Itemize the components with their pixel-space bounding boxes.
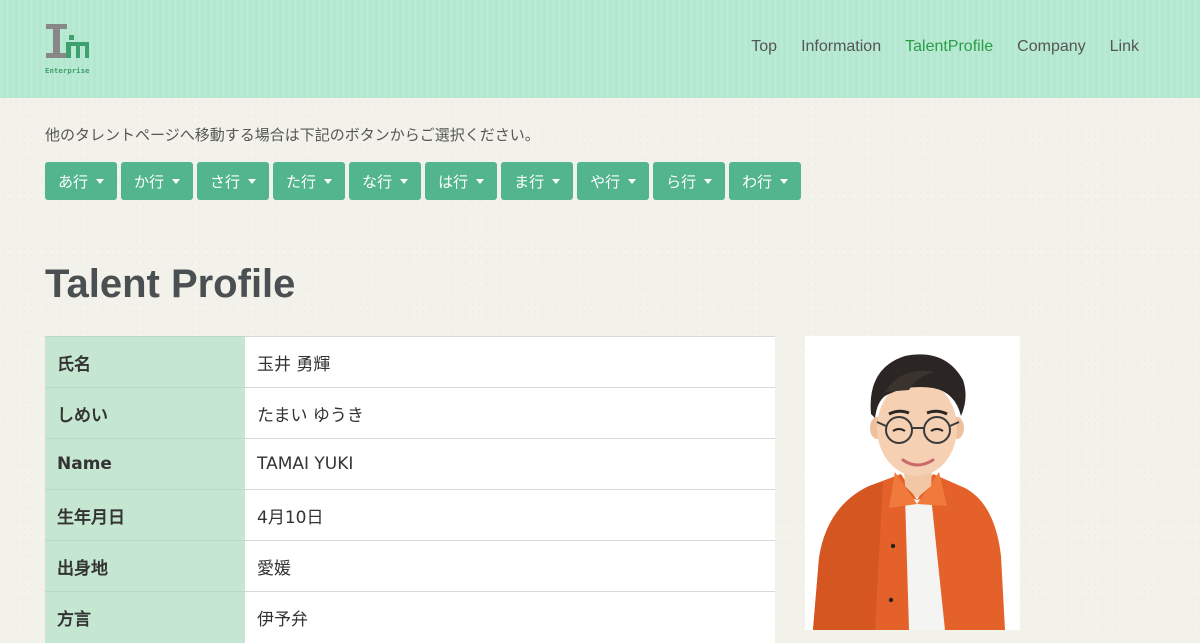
instruction-text: 他のタレントページへ移動する場合は下記のボタンからご選択ください。	[45, 126, 540, 144]
row-label: しめい	[45, 387, 245, 439]
kana-button-wa[interactable]: わ行	[729, 162, 802, 200]
kana-button-label: は行	[438, 172, 469, 191]
caret-down-icon	[96, 178, 105, 184]
nav-link[interactable]: Link	[1110, 38, 1139, 56]
talent-photo-icon	[805, 336, 1020, 630]
kana-button-ha[interactable]: は行	[425, 162, 498, 200]
nav-talent-profile[interactable]: TalentProfile	[905, 38, 993, 56]
caret-down-icon	[552, 178, 561, 184]
row-value: 伊予弁	[245, 591, 775, 643]
profile-table: 氏名 玉井 勇輝 しめい たまい ゆうき Name TAMAI YUKI 生年月…	[45, 336, 775, 643]
im-enterprise-logo-icon: Enterprise	[45, 24, 90, 75]
row-value: TAMAI YUKI	[245, 438, 775, 490]
table-row: 方言 伊予弁	[45, 591, 775, 643]
row-value: 4月10日	[245, 489, 775, 541]
kana-button-ka[interactable]: か行	[121, 162, 194, 200]
nav-company[interactable]: Company	[1017, 38, 1085, 56]
kana-button-label: な行	[362, 172, 393, 191]
kana-button-label: さ行	[210, 172, 241, 191]
kana-button-na[interactable]: な行	[349, 162, 422, 200]
row-value: たまい ゆうき	[245, 387, 775, 439]
kana-button-label: あ行	[58, 172, 89, 191]
row-label: 氏名	[45, 336, 245, 388]
table-row: Name TAMAI YUKI	[45, 438, 775, 490]
kana-button-ra[interactable]: ら行	[653, 162, 726, 200]
table-row: しめい たまい ゆうき	[45, 387, 775, 439]
page-title: Talent Profile	[45, 262, 296, 306]
kana-button-label: か行	[134, 172, 165, 191]
kana-button-ta[interactable]: た行	[273, 162, 346, 200]
caret-down-icon	[172, 178, 181, 184]
site-header: Enterprise Top Information TalentProfile…	[0, 0, 1200, 98]
kana-button-label: た行	[286, 172, 317, 191]
kana-button-group: あ行 か行 さ行 た行 な行 は行 ま行 や行 ら行 わ行	[45, 162, 802, 200]
caret-down-icon	[248, 178, 257, 184]
table-row: 生年月日 4月10日	[45, 489, 775, 541]
row-label: 生年月日	[45, 489, 245, 541]
caret-down-icon	[476, 178, 485, 184]
kana-button-ya[interactable]: や行	[577, 162, 650, 200]
table-row: 出身地 愛媛	[45, 540, 775, 592]
row-label: Name	[45, 438, 245, 490]
kana-button-label: ら行	[666, 172, 697, 191]
site-logo[interactable]: Enterprise	[44, 22, 94, 78]
caret-down-icon	[400, 178, 409, 184]
kana-button-sa[interactable]: さ行	[197, 162, 270, 200]
nav-information[interactable]: Information	[801, 38, 881, 56]
row-value: 玉井 勇輝	[245, 336, 775, 388]
main-nav: Top Information TalentProfile Company Li…	[751, 38, 1139, 56]
kana-button-label: わ行	[742, 172, 773, 191]
kana-button-label: ま行	[514, 172, 545, 191]
kana-button-label: や行	[590, 172, 621, 191]
talent-photo	[805, 336, 1020, 630]
caret-down-icon	[324, 178, 333, 184]
row-label: 出身地	[45, 540, 245, 592]
kana-button-ma[interactable]: ま行	[501, 162, 574, 200]
row-value: 愛媛	[245, 540, 775, 592]
caret-down-icon	[780, 178, 789, 184]
nav-top[interactable]: Top	[751, 38, 777, 56]
caret-down-icon	[704, 178, 713, 184]
kana-button-a[interactable]: あ行	[45, 162, 118, 200]
row-label: 方言	[45, 591, 245, 643]
table-row: 氏名 玉井 勇輝	[45, 336, 775, 388]
logo-text: Enterprise	[45, 66, 90, 75]
caret-down-icon	[628, 178, 637, 184]
